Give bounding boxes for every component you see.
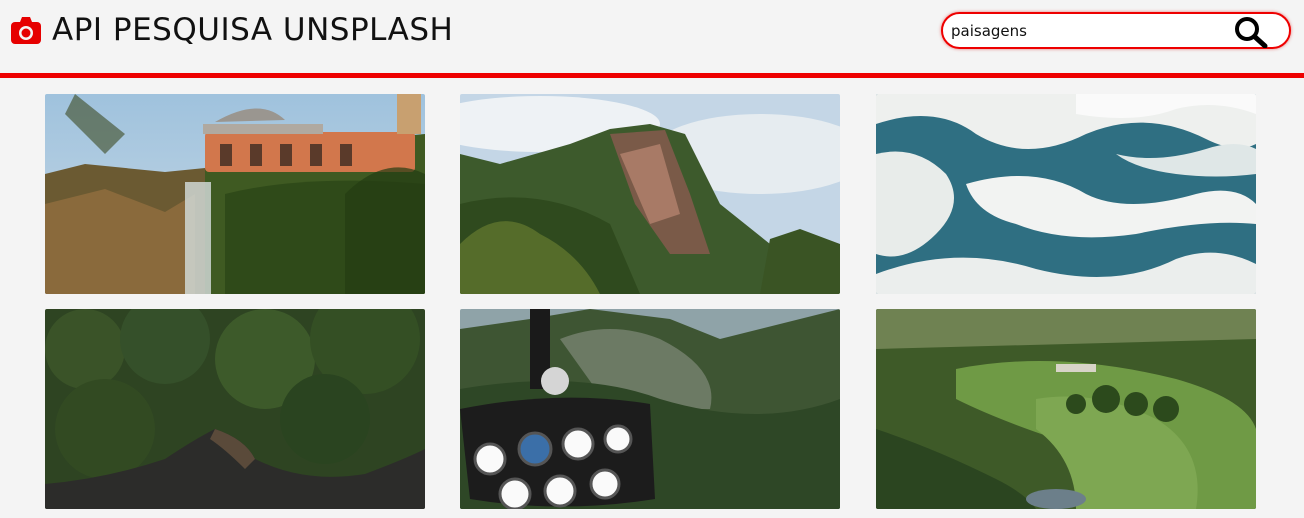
header: API PESQUISA UNSPLASH	[0, 0, 1304, 78]
photo-helicopter-cockpit	[460, 309, 840, 509]
results-grid	[45, 94, 1256, 518]
search-input[interactable]	[951, 20, 1221, 42]
search-icon	[1235, 17, 1268, 49]
photo-card-farm-aerial[interactable]	[876, 309, 1256, 509]
photo-forest-river	[45, 309, 425, 509]
header-divider	[0, 73, 1304, 78]
photo-card-waterfall-tower[interactable]	[45, 94, 425, 294]
photo-waterfall-tower	[45, 94, 425, 294]
brand: API PESQUISA UNSPLASH	[10, 10, 453, 50]
photo-card-dunes-lagoons[interactable]	[876, 94, 1256, 294]
photo-card-helicopter-cockpit[interactable]	[460, 309, 840, 509]
photo-mountain-peak	[460, 94, 840, 294]
search-box	[941, 12, 1291, 49]
photo-card-mountain-peak[interactable]	[460, 94, 840, 294]
search-button[interactable]	[1233, 15, 1269, 49]
photo-dunes-lagoons	[876, 94, 1256, 294]
page-title: API PESQUISA UNSPLASH	[52, 12, 454, 48]
photo-farm-aerial	[876, 309, 1256, 509]
photo-card-forest-river[interactable]	[45, 309, 425, 509]
camera-icon	[11, 17, 41, 44]
